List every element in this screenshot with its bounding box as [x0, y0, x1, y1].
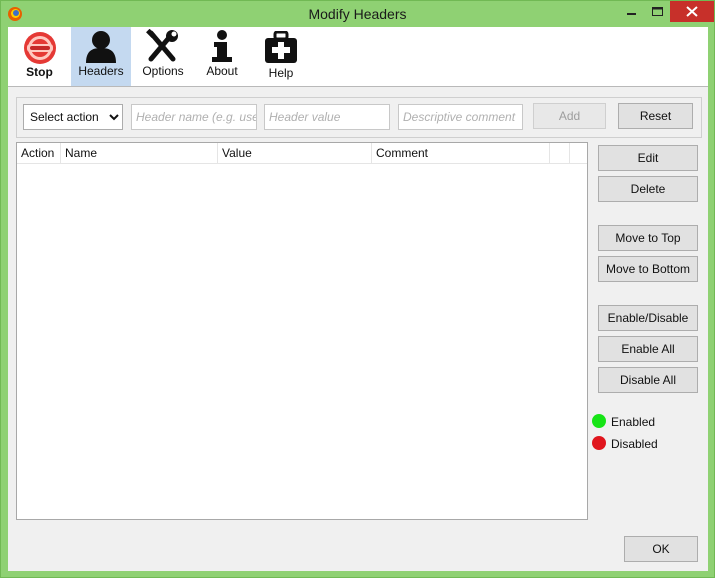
reset-button[interactable]: Reset [618, 103, 693, 129]
toolbar: Stop Headers Options About Help [8, 27, 708, 87]
help-tool[interactable]: Help [251, 27, 311, 86]
options-tool[interactable]: Options [133, 27, 193, 86]
close-icon [686, 6, 698, 17]
stop-icon [24, 32, 56, 64]
move-to-top-button[interactable]: Move to Top [598, 225, 698, 251]
stop-tool[interactable]: Stop [8, 27, 71, 86]
legend-enabled-label: Enabled [611, 415, 656, 429]
legend-disabled-label: Disabled [611, 437, 658, 451]
red-dot-icon [592, 436, 606, 450]
stop-label: Stop [26, 65, 53, 79]
minimize-icon [627, 13, 636, 15]
options-label: Options [142, 64, 184, 78]
headers-label: Headers [78, 64, 124, 78]
title-bar[interactable]: Modify Headers [1, 1, 714, 27]
headers-list[interactable]: Action Name Value Comment [16, 142, 588, 520]
first-aid-kit-icon [265, 31, 297, 63]
ok-button[interactable]: OK [624, 536, 698, 562]
list-header: Action Name Value Comment [17, 143, 587, 164]
header-name-input[interactable]: Header name (e.g. user-agent) [131, 104, 257, 130]
wrench-screwdriver-icon [146, 29, 178, 62]
enable-all-button[interactable]: Enable All [598, 336, 698, 362]
column-comment[interactable]: Comment [372, 143, 550, 163]
about-label: About [206, 64, 238, 78]
column-extra [550, 143, 570, 163]
header-value-input[interactable]: Header value [264, 104, 390, 130]
column-action[interactable]: Action [17, 143, 61, 163]
help-label: Help [268, 66, 294, 80]
headers-tool[interactable]: Headers [71, 27, 131, 86]
column-name[interactable]: Name [61, 143, 218, 163]
enable-disable-button[interactable]: Enable/Disable [598, 305, 698, 331]
window-title: Modify Headers [308, 6, 407, 22]
info-icon [212, 30, 232, 62]
green-dot-icon [592, 414, 606, 428]
maximize-icon [652, 7, 663, 16]
add-button[interactable]: Add [533, 103, 606, 129]
disable-all-button[interactable]: Disable All [598, 367, 698, 393]
person-icon [86, 31, 116, 63]
maximize-button[interactable] [644, 1, 670, 23]
move-to-bottom-button[interactable]: Move to Bottom [598, 256, 698, 282]
action-select[interactable]: Select action [23, 104, 123, 130]
minimize-button[interactable] [618, 1, 644, 23]
edit-button[interactable]: Edit [598, 145, 698, 171]
column-value[interactable]: Value [218, 143, 372, 163]
dialog-client: Stop Headers Options About Help Select a… [8, 27, 708, 571]
about-tool[interactable]: About [193, 27, 251, 86]
delete-button[interactable]: Delete [598, 176, 698, 202]
app-window: Modify Headers Stop Headers Options Abou… [0, 0, 715, 578]
comment-input[interactable]: Descriptive comment [398, 104, 523, 130]
close-button[interactable] [670, 1, 714, 22]
